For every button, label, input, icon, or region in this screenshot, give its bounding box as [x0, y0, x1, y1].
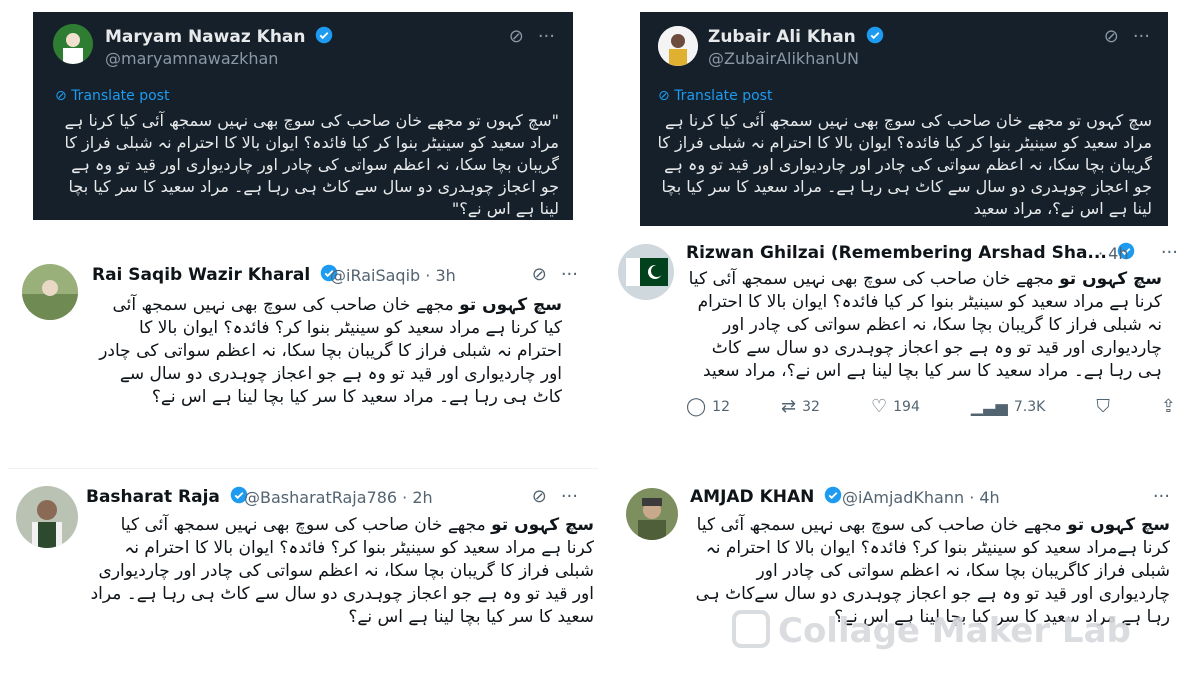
top-icons: ⊘ ··· [518, 486, 578, 507]
author-handle[interactable]: @BasharatRaja786 · 2h [244, 488, 433, 507]
top-icons: ··· [1139, 486, 1170, 507]
tweet-text: "سچ کہوں تو مجھے خان صاحب کی سوچ بھی نہی… [64, 111, 559, 218]
author-handle[interactable]: · 4h [1098, 244, 1129, 263]
grok-icon[interactable]: ⊘ [532, 486, 547, 507]
divider [8, 468, 598, 469]
tweet-card-basharat: Basharat Raja @BasharatRaja786 · 2h ⊘ ···… [8, 472, 598, 672]
watermark: Collage Maker Lab [732, 610, 1131, 651]
verified-icon [866, 26, 883, 44]
top-icons: ⊘ ··· [1090, 26, 1150, 47]
action-bar: ◯ 12 ⇄ 32 ♡ 194 ▁▃▅ 7.3K ⛉ ⇪ [686, 396, 1176, 417]
author-handle[interactable]: @maryamnawazkhan [105, 49, 278, 68]
bookmark-icon: ⛉ [1096, 396, 1110, 417]
like-button[interactable]: ♡ 194 [871, 396, 920, 417]
tweet-text-bold: سچ کہوں تو [459, 295, 562, 315]
top-icons: ⊘ ··· [495, 26, 555, 47]
grok-icon[interactable]: ⊘ [509, 26, 524, 47]
heart-icon: ♡ [871, 396, 888, 417]
tweet-text-bold: سچ کہوں تو [1067, 515, 1170, 535]
tweet-text: سچ کہوں تو مجھے خان صاحب کی سوچ بھی نہیں… [88, 514, 594, 629]
repost-button[interactable]: ⇄ 32 [781, 396, 820, 417]
tweet-text: سچ کہوں تو مجھے خان صاحب کی سوچ بھی نہیں… [686, 268, 1162, 383]
more-icon[interactable]: ··· [1153, 486, 1170, 507]
author-name[interactable]: Maryam Nawaz Khan [105, 26, 333, 47]
tweet-card-rizwan: Rizwan Ghilzai (Remembering Arshad Sha..… [608, 234, 1188, 434]
share-icon: ⇪ [1160, 396, 1176, 417]
views-button[interactable]: ▁▃▅ 7.3K [971, 397, 1045, 416]
bookmark-button[interactable]: ⛉ [1096, 396, 1110, 417]
reply-button[interactable]: ◯ 12 [686, 396, 730, 417]
collage-logo-icon [732, 610, 770, 648]
avatar[interactable] [658, 26, 698, 66]
tweet-card-maryam: Maryam Nawaz Khan @maryamnawazkhan ⊘ ··· … [33, 12, 573, 220]
author-handle[interactable]: @iAmjadKhann · 4h [842, 488, 1000, 507]
author-name[interactable]: Rizwan Ghilzai (Remembering Arshad Sha..… [686, 242, 1135, 263]
avatar[interactable] [618, 244, 674, 300]
top-icons: ··· [1147, 242, 1178, 263]
translate-icon: ⊘ [55, 88, 72, 104]
grok-icon[interactable]: ⊘ [532, 264, 547, 285]
repost-icon: ⇄ [781, 396, 797, 417]
more-icon[interactable]: ··· [1133, 26, 1150, 47]
avatar[interactable] [22, 264, 78, 320]
verified-icon [825, 486, 842, 504]
tweet-text-bold: سچ کہوں تو [1059, 269, 1162, 289]
tweet-text: سچ کہوں تو مجھے خان صاحب کی سوچ بھی نہیں… [657, 111, 1152, 218]
views-icon: ▁▃▅ [970, 397, 1008, 416]
avatar[interactable] [626, 488, 678, 540]
author-name[interactable]: Basharat Raja [86, 486, 248, 507]
more-icon[interactable]: ··· [538, 26, 555, 47]
reply-icon: ◯ [686, 396, 707, 417]
translate-link[interactable]: ⊘ Translate post [658, 88, 772, 104]
author-handle[interactable]: @ZubairAlikhanUN [708, 49, 859, 68]
share-button[interactable]: ⇪ [1161, 396, 1176, 417]
avatar[interactable] [53, 24, 93, 64]
author-handle[interactable]: @iRaiSaqib · 3h [330, 266, 456, 285]
more-icon[interactable]: ··· [561, 264, 578, 285]
translate-link[interactable]: ⊘ Translate post [55, 88, 169, 104]
tweet-text: سچ کہوں تو مجھے خان صاحب کی سوچ بھی نہیں… [92, 294, 562, 409]
tweet-card-raisaqib: Rai Saqib Wazir Kharal @iRaiSaqib · 3h ⊘… [8, 250, 598, 450]
avatar[interactable] [16, 486, 78, 548]
translate-icon: ⊘ [658, 88, 675, 104]
grok-icon[interactable]: ⊘ [1104, 26, 1119, 47]
verified-icon [316, 26, 333, 44]
author-name[interactable]: AMJAD KHAN [690, 486, 842, 507]
more-icon[interactable]: ··· [561, 486, 578, 507]
top-icons: ⊘ ··· [518, 264, 578, 285]
more-icon[interactable]: ··· [1161, 242, 1178, 263]
tweet-text-bold: سچ کہوں تو [491, 515, 594, 535]
author-name[interactable]: Zubair Ali Khan [708, 26, 884, 47]
tweet-card-zubair: Zubair Ali Khan @ZubairAlikhanUN ⊘ ··· ⊘ … [640, 12, 1168, 226]
author-name[interactable]: Rai Saqib Wazir Kharal [92, 264, 338, 285]
